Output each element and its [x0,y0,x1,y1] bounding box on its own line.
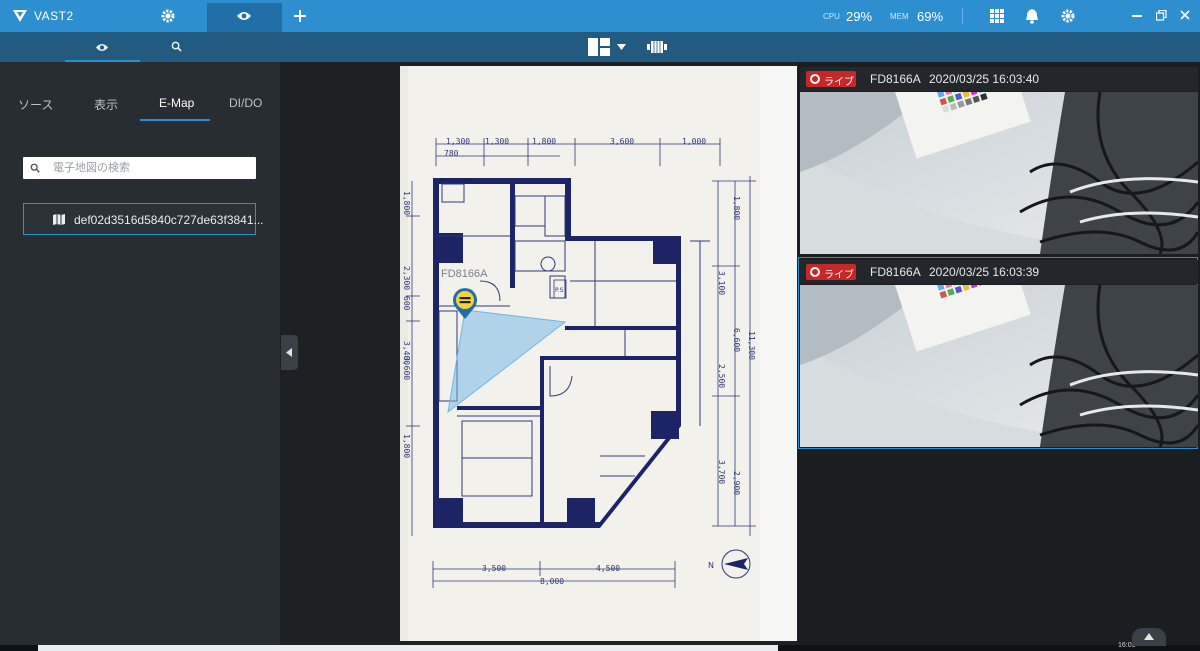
restore-icon[interactable] [1156,10,1167,21]
search-icon [30,163,40,173]
cpu-value: 29% [846,9,873,24]
dim-left-2: 600 [402,296,411,311]
tab-liveview[interactable] [207,3,282,32]
floor-plan-drawing: P.S 1,300 1,300 1,800 3,600 1,000 780 3,… [400,66,797,641]
dim-right-0: 1,800 [732,196,741,220]
emap-search-input[interactable] [53,160,248,176]
active-tab-indicator [140,119,210,121]
dim-top-2: 1,800 [532,137,556,146]
eye-icon[interactable] [95,42,109,53]
chevron-up-icon [1144,633,1154,640]
top-bar: VAST2 CPU 29% MEM 69% [0,0,1200,32]
dim-top-0: 1,300 [446,137,470,146]
eye-icon [237,12,251,20]
camera-1-header: ライブ FD8166A 2020/03/25 16:03:40 [800,67,1198,91]
collapse-panel-button[interactable] [281,335,298,370]
dim-right-6: 2,900 [732,471,741,495]
mem-value: 69% [917,9,944,24]
dim-right-3: 11,300 [747,331,756,360]
camera-1-video[interactable] [800,92,1198,254]
live-badge: ライブ [806,264,856,281]
dim-left-0: 1,800 [402,191,411,215]
dim-top-small: 780 [444,149,459,158]
bell-icon[interactable] [1025,8,1039,24]
map-icon [53,214,65,225]
scroll-up-button[interactable] [1132,628,1166,646]
tab-dido[interactable]: DI/DO [229,96,262,110]
divider [962,8,963,24]
camera-2-header: ライブ FD8166A 2020/03/25 16:03:39 [800,260,1198,284]
chevron-left-icon [286,348,292,357]
chevron-down-icon[interactable] [617,44,626,50]
dim-right-5: 3,700 [717,460,726,484]
emap-search-box[interactable] [23,157,256,179]
dim-bottom-2: 8,000 [540,577,564,586]
left-panel: ソース 表示 E-Map DI/DO def02d3516d5840c727de… [0,62,280,645]
tab-emap[interactable]: E-Map [159,96,194,110]
app-title: VAST2 [34,9,74,23]
tab-display[interactable]: 表示 [94,96,118,113]
dim-right-4: 2,500 [717,364,726,388]
videowall-icon[interactable] [647,40,667,54]
taskbar-strip [38,645,778,651]
live-badge: ライブ [806,71,856,88]
dim-right-2: 6,600 [732,328,741,352]
layout-icon[interactable] [588,38,610,56]
ps-label: P.S [555,287,564,294]
sub-toolbar [0,32,1200,62]
camera-2-name: FD8166A [870,265,921,279]
plus-icon[interactable] [294,10,306,22]
svg-text:N: N [708,561,714,570]
floor-plan-map[interactable]: P.S 1,300 1,300 1,800 3,600 1,000 780 3,… [400,66,797,641]
mem-label: MEM [890,12,909,21]
apps-grid-icon[interactable] [990,9,1004,23]
dim-top-4: 1,000 [682,137,706,146]
vast-logo-icon [13,10,27,22]
record-icon [810,74,820,84]
settings-icon[interactable] [1060,8,1076,24]
dim-bottom-0: 3,500 [482,564,506,573]
camera-1-name: FD8166A [870,72,921,86]
minimize-icon[interactable] [1132,14,1142,18]
dim-left-1: 2,300 [402,266,411,290]
map-list-item[interactable]: def02d3516d5840c727de63f3841... [23,203,264,235]
dim-left-4: 3,600 [402,356,411,380]
gear-icon[interactable] [160,8,176,24]
bottom-taskbar: 16:03 [0,642,1200,651]
camera-2-timestamp: 2020/03/25 16:03:39 [929,265,1040,279]
camera-marker-icon[interactable] [451,288,479,320]
dim-bottom-1: 4,500 [596,564,620,573]
dim-top-1: 1,300 [485,137,509,146]
tab-source[interactable]: ソース [18,96,53,113]
dim-right-1: 3,100 [717,271,726,295]
camera-map-label: FD8166A [441,268,488,280]
search-icon[interactable] [171,41,182,52]
map-item-label: def02d3516d5840c727de63f3841... [74,213,264,227]
cpu-label: CPU [823,12,840,21]
camera-1-timestamp: 2020/03/25 16:03:40 [929,72,1040,86]
close-icon[interactable] [1180,10,1190,20]
record-icon [810,267,820,277]
dim-left-5: 1,800 [402,434,411,458]
camera-2-video[interactable] [800,285,1198,447]
dim-top-3: 3,600 [610,137,634,146]
